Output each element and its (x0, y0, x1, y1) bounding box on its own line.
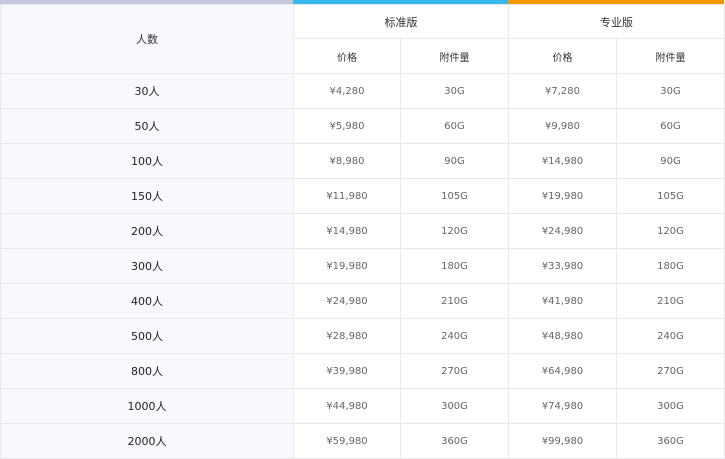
people-cell: 200人 (0, 213, 294, 249)
plan-color-bar (0, 0, 724, 4)
pro-price-cell: ¥24,980 (508, 213, 617, 249)
pro-storage-cell: 270G (616, 353, 725, 389)
pro-price-cell: ¥9,980 (508, 108, 617, 144)
standard-storage-cell: 210G (400, 283, 509, 319)
pro-price-cell: ¥14,980 (508, 143, 617, 179)
standard-price-cell: ¥44,980 (293, 388, 401, 424)
pro-storage-cell: 60G (616, 108, 725, 144)
pro-price-cell: ¥99,980 (508, 423, 617, 459)
table-row: 500人 ¥28,980 240G ¥48,980 240G (0, 318, 725, 354)
people-cell: 800人 (0, 353, 294, 389)
standard-price-cell: ¥39,980 (293, 353, 401, 389)
pro-storage-cell: 300G (616, 388, 725, 424)
pricing-table: 人数 标准版 专业版 价格 附件量 价格 附件量 30人 ¥4,280 30G ¥7,… (0, 4, 725, 459)
people-cell: 2000人 (0, 423, 294, 459)
standard-storage-cell: 180G (400, 248, 509, 284)
people-cell: 300人 (0, 248, 294, 284)
table-row: 150人 ¥11,980 105G ¥19,980 105G (0, 178, 725, 214)
standard-price-cell: ¥19,980 (293, 248, 401, 284)
standard-price-cell: ¥8,980 (293, 143, 401, 179)
pro-storage-cell: 30G (616, 73, 725, 109)
pro-price-cell: ¥33,980 (508, 248, 617, 284)
table-row: 400人 ¥24,980 210G ¥41,980 210G (0, 283, 725, 319)
standard-price-cell: ¥11,980 (293, 178, 401, 214)
standard-plan-header: 标准版 (293, 4, 509, 39)
pro-storage-cell: 180G (616, 248, 725, 284)
table-row: 2000人 ¥59,980 360G ¥99,980 360G (0, 423, 725, 459)
standard-price-cell: ¥59,980 (293, 423, 401, 459)
people-cell: 400人 (0, 283, 294, 319)
standard-price-cell: ¥5,980 (293, 108, 401, 144)
pro-price-cell: ¥7,280 (508, 73, 617, 109)
pro-storage-cell: 120G (616, 213, 725, 249)
table-row: 30人 ¥4,280 30G ¥7,280 30G (0, 73, 725, 109)
people-cell: 1000人 (0, 388, 294, 424)
standard-storage-cell: 360G (400, 423, 509, 459)
people-cell: 500人 (0, 318, 294, 354)
table-row: 800人 ¥39,980 270G ¥64,980 270G (0, 353, 725, 389)
standard-storage-cell: 90G (400, 143, 509, 179)
people-column-header: 人数 (0, 4, 294, 74)
standard-storage-cell: 240G (400, 318, 509, 354)
standard-storage-header: 附件量 (400, 38, 509, 74)
pro-storage-cell: 360G (616, 423, 725, 459)
standard-storage-cell: 300G (400, 388, 509, 424)
table-row: 50人 ¥5,980 60G ¥9,980 60G (0, 108, 725, 144)
pro-color-bar (508, 0, 724, 4)
standard-price-header: 价格 (293, 38, 401, 74)
standard-storage-cell: 120G (400, 213, 509, 249)
table-row: 200人 ¥14,980 120G ¥24,980 120G (0, 213, 725, 249)
standard-storage-cell: 105G (400, 178, 509, 214)
pro-plan-header: 专业版 (508, 4, 725, 39)
pro-storage-cell: 240G (616, 318, 725, 354)
pro-price-cell: ¥41,980 (508, 283, 617, 319)
standard-color-bar (293, 0, 508, 4)
standard-price-cell: ¥28,980 (293, 318, 401, 354)
table-row: 100人 ¥8,980 90G ¥14,980 90G (0, 143, 725, 179)
standard-price-cell: ¥4,280 (293, 73, 401, 109)
pricing-table-container: 人数 标准版 专业版 价格 附件量 价格 附件量 30人 ¥4,280 30G ¥7,… (0, 0, 725, 459)
pro-price-header: 价格 (508, 38, 617, 74)
pro-storage-cell: 210G (616, 283, 725, 319)
people-cell: 150人 (0, 178, 294, 214)
pro-price-cell: ¥64,980 (508, 353, 617, 389)
people-cell: 30人 (0, 73, 294, 109)
standard-storage-cell: 30G (400, 73, 509, 109)
people-cell: 50人 (0, 108, 294, 144)
pro-price-cell: ¥19,980 (508, 178, 617, 214)
pro-storage-cell: 105G (616, 178, 725, 214)
table-row: 1000人 ¥44,980 300G ¥74,980 300G (0, 388, 725, 424)
pro-storage-cell: 90G (616, 143, 725, 179)
standard-storage-cell: 270G (400, 353, 509, 389)
people-color-bar (0, 0, 293, 4)
standard-price-cell: ¥24,980 (293, 283, 401, 319)
standard-storage-cell: 60G (400, 108, 509, 144)
pro-price-cell: ¥74,980 (508, 388, 617, 424)
pro-storage-header: 附件量 (616, 38, 725, 74)
people-cell: 100人 (0, 143, 294, 179)
standard-price-cell: ¥14,980 (293, 213, 401, 249)
table-row: 300人 ¥19,980 180G ¥33,980 180G (0, 248, 725, 284)
pricing-rows: 30人 ¥4,280 30G ¥7,280 30G 50人 ¥5,980 60G ¥9,980 6… (0, 73, 725, 459)
pro-price-cell: ¥48,980 (508, 318, 617, 354)
